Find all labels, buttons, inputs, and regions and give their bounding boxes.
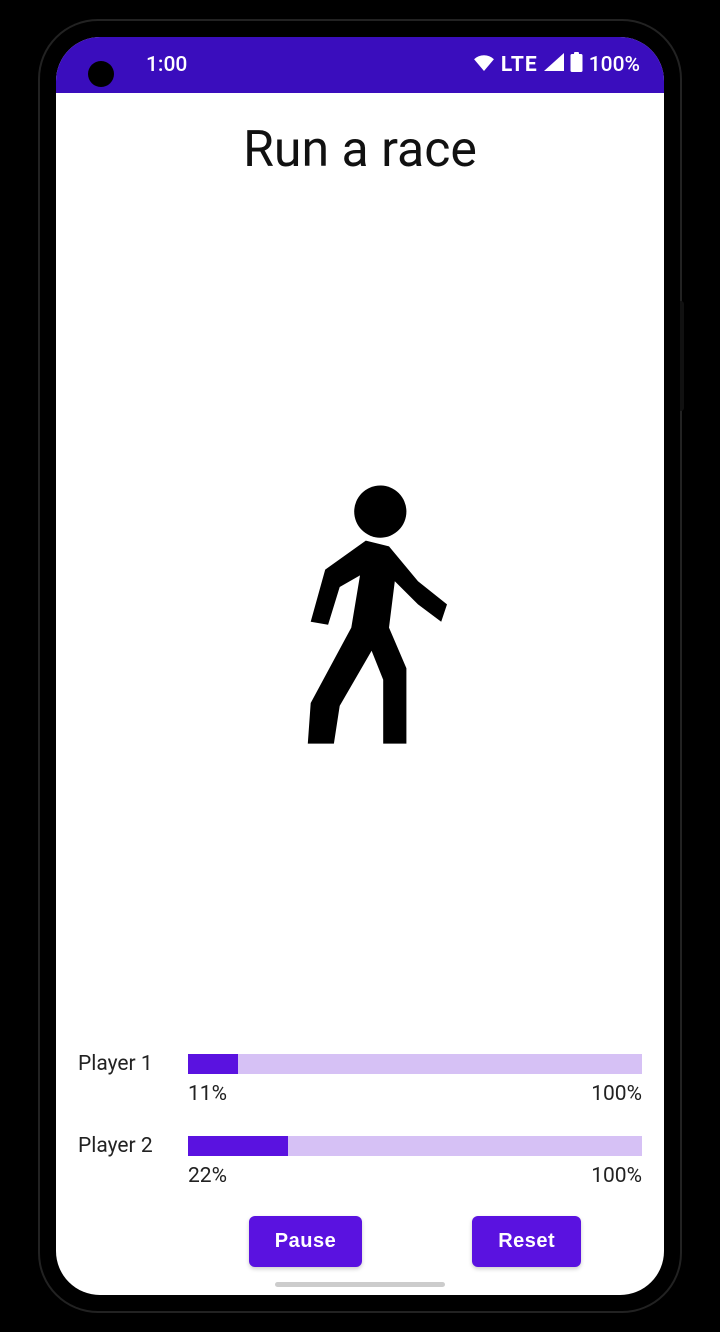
wifi-icon bbox=[473, 53, 495, 77]
battery-text: 100% bbox=[589, 53, 640, 77]
player-1-label: Player 1 bbox=[78, 1052, 176, 1076]
player-2-progress-bar bbox=[188, 1136, 642, 1156]
phone-frame: 1:00 LTE bbox=[40, 21, 680, 1311]
player-1-max: 100% bbox=[591, 1082, 642, 1106]
camera-hole bbox=[88, 61, 114, 87]
phone-screen: 1:00 LTE bbox=[56, 37, 664, 1295]
page-title: Run a race bbox=[78, 121, 642, 179]
player-1-row: Player 1 bbox=[78, 1052, 642, 1076]
button-row: Pause Reset bbox=[78, 1216, 642, 1267]
player-2-meta: 22% 100% bbox=[78, 1164, 642, 1188]
player-1-meta: 11% 100% bbox=[78, 1082, 642, 1106]
reset-button[interactable]: Reset bbox=[472, 1216, 581, 1267]
status-time: 1:00 bbox=[146, 53, 187, 77]
player-2-max: 100% bbox=[591, 1164, 642, 1188]
pause-button[interactable]: Pause bbox=[249, 1216, 362, 1267]
player-2-label: Player 2 bbox=[78, 1134, 176, 1158]
signal-icon bbox=[544, 53, 564, 77]
network-type: LTE bbox=[501, 53, 538, 77]
progress-section: Player 1 11% 100% Player 2 22% bbox=[78, 1052, 642, 1267]
app-content: Run a race Player 1 11% 100% bbox=[56, 93, 664, 1295]
status-bar: 1:00 LTE bbox=[56, 37, 664, 93]
walking-person-icon bbox=[78, 189, 642, 1042]
player-1-progress-fill bbox=[188, 1054, 238, 1074]
player-2-row: Player 2 bbox=[78, 1134, 642, 1158]
player-1-progress-bar bbox=[188, 1054, 642, 1074]
battery-icon bbox=[570, 52, 583, 78]
status-right: LTE 100% bbox=[473, 52, 640, 78]
player-1-percent: 11% bbox=[188, 1082, 227, 1106]
player-2-progress-fill bbox=[188, 1136, 288, 1156]
player-2-percent: 22% bbox=[188, 1164, 227, 1188]
home-indicator[interactable] bbox=[275, 1282, 445, 1287]
phone-side-button bbox=[680, 301, 684, 411]
